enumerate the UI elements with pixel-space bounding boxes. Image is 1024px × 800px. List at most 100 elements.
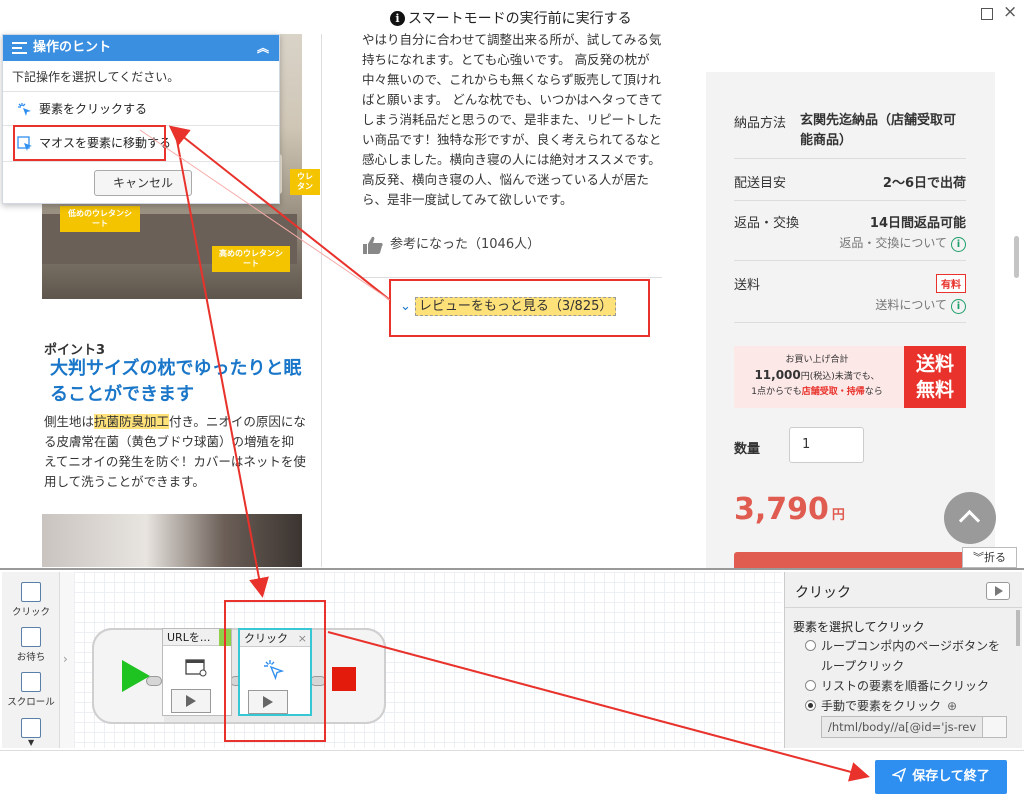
browser-icon — [185, 659, 207, 677]
scroll-top-button[interactable] — [944, 492, 996, 544]
click-element-label: 要素をクリックする — [39, 102, 148, 116]
annotation-box-click-option — [13, 125, 166, 161]
quantity-input[interactable]: 1 — [789, 427, 864, 463]
delivery-method-value: 玄関先迄納品（店舗受取可能商品） — [800, 113, 957, 148]
open-url-node[interactable]: URLを... — [162, 628, 232, 716]
banner-free-line1: 送料 — [915, 353, 954, 375]
thumb-up-icon — [363, 236, 383, 254]
banner-amount: 11,000 — [754, 368, 801, 382]
radio-loop-page-button[interactable]: ループコンポ内のページボタンを — [805, 636, 1000, 656]
free-shipping-banner: お買い上げ合計 11,000円(税込)未満でも、 1点からでも店舗受取・持帰なら… — [734, 346, 966, 408]
price: 3,790 円 — [734, 492, 845, 527]
toolbox: クリック お待ち スクロール ▼ — [2, 572, 60, 748]
radio-circle — [805, 680, 816, 691]
properties-title: クリック — [795, 585, 851, 601]
footer-bar: 保存して終了 — [0, 750, 1024, 800]
toolbox-scroll-label: スクロール — [7, 697, 55, 708]
cancel-button[interactable]: キャンセル — [94, 170, 192, 196]
collapse-icon[interactable]: ︽ — [257, 35, 269, 61]
edit-pencil-icon[interactable] — [982, 717, 1006, 737]
crosshair-icon: ⊕ — [947, 699, 958, 713]
radio-loop-line1: ループコンポ内のページボタンを — [821, 639, 1001, 653]
workflow-canvas[interactable]: URLを... クリック × — [74, 572, 782, 748]
banner-line2-suffix: 円(税込)未満でも、 — [800, 372, 880, 382]
toolbox-click[interactable]: クリック — [2, 582, 60, 618]
toolbox-scroll[interactable]: スクロール — [2, 672, 60, 708]
paper-plane-icon — [892, 768, 907, 782]
stop-icon — [332, 667, 356, 691]
scroll-tool-icon — [21, 672, 41, 692]
point-body: 側生地は抗菌防臭加工付き。ニオイの原因になる皮膚常在菌（黄色ブドウ球菌）の増殖を… — [44, 412, 306, 492]
free-shipping-badge: 送料 無料 — [904, 346, 966, 408]
xpath-field[interactable]: /html/body//a[@id='js-rev — [821, 716, 1007, 738]
node-url-label: URLを... — [167, 631, 211, 644]
radio-manual-click[interactable]: 手動で要素をクリック ⊕ — [805, 696, 957, 716]
point-title: 大判サイズの枕でゆったりと眠ることができます — [50, 358, 302, 405]
page-scrollbar[interactable] — [1014, 236, 1019, 278]
purchase-info-panel: 納品方法 玄関先迄納品（店舗受取可能商品） 配送目安 2〜6日で出荷 返品・交換… — [706, 72, 995, 568]
point-body-highlight: 抗菌防臭加工 — [94, 414, 170, 429]
helpful-label: 参考になった（1046人） — [390, 237, 541, 252]
shipping-info-link[interactable]: 送料について i — [875, 296, 966, 314]
price-value: 3,790 — [734, 492, 829, 527]
window-tool-icon — [21, 718, 41, 738]
info-circle-icon: i — [951, 237, 966, 252]
quantity-label: 数量 — [734, 442, 761, 457]
product-tag: 高めのウレタンシート — [212, 246, 290, 272]
toolbox-wait[interactable]: お待ち — [2, 627, 60, 663]
radio-loop-line2: ループクリック — [821, 659, 905, 673]
save-and-exit-label: 保存して終了 — [912, 769, 990, 784]
returns-info-link[interactable]: 返品・交換について i — [839, 234, 966, 252]
returns-row: 返品・交換 14日間返品可能 返品・交換について i — [734, 212, 966, 252]
close-button[interactable]: × — [1003, 4, 1017, 21]
workflow-designer: クリック お待ち スクロール ▼ › URLを... クリック × クリック 要… — [0, 568, 1024, 748]
top-bar: i スマートモードの実行前に実行する × — [0, 0, 1024, 34]
returns-label: 返品・交換 — [734, 216, 800, 231]
divider — [734, 322, 966, 323]
banner-line1: お買い上げ合計 — [785, 355, 849, 365]
app-window: i スマートモードの実行前に実行する × ウレタン 低めのウレタンシート 高めのウ… — [0, 0, 1024, 800]
operation-hint-popup: 操作のヒント ︽ 下記操作を選択してください。 要素をクリックする マオスを要素… — [2, 34, 280, 204]
run-step-button[interactable] — [986, 582, 1010, 600]
add-to-cart-button[interactable] — [734, 552, 966, 568]
delivery-estimate-value: 2〜6日で出荷 — [882, 176, 966, 191]
fold-button[interactable]: ︾折る — [962, 547, 1017, 568]
connector — [146, 676, 162, 686]
divider — [734, 200, 966, 201]
divider — [734, 260, 966, 261]
info-icon: i — [390, 11, 405, 26]
toolbox-more[interactable] — [2, 718, 60, 740]
caret-down-icon[interactable]: ▼ — [28, 738, 34, 747]
returns-info-label: 返品・交換について — [839, 236, 947, 250]
divider — [362, 277, 662, 278]
annotation-box-more-reviews — [389, 279, 650, 337]
chevron-double-down-icon: ︾ — [973, 551, 984, 564]
delivery-estimate-row: 配送目安 2〜6日で出荷 — [734, 172, 966, 192]
save-and-exit-button[interactable]: 保存して終了 — [875, 760, 1007, 794]
banner-line2: 11,000円(税込)未満でも、 — [742, 368, 892, 385]
point-body-pre: 側生地は — [44, 414, 95, 429]
properties-scrollbar[interactable] — [1016, 610, 1020, 646]
banner-line3-post: なら — [864, 387, 883, 397]
product-tag: ウレタン — [290, 169, 320, 195]
maximize-button[interactable] — [981, 8, 993, 20]
click-element-option[interactable]: 要素をクリックする — [3, 91, 279, 125]
helpful-button[interactable]: 参考になった（1046人） — [362, 233, 540, 255]
properties-header: クリック — [785, 572, 1022, 608]
banner-text: お買い上げ合計 11,000円(税込)未満でも、 1点からでも店舗受取・持帰なら — [742, 353, 892, 400]
toolbox-collapse-handle[interactable]: › — [60, 572, 74, 748]
shipping-label: 送料 — [734, 278, 761, 293]
divider — [734, 158, 966, 159]
shipping-row: 送料 有料 送料について i — [734, 274, 966, 314]
price-unit: 円 — [831, 508, 845, 523]
lifestyle-photo — [42, 514, 302, 567]
hint-title: 操作のヒント — [33, 40, 112, 55]
returns-value: 14日間返品可能 — [869, 216, 966, 231]
info-circle-icon: i — [951, 299, 966, 314]
banner-line3: 1点からでも店舗受取・持帰なら — [742, 385, 892, 400]
radio-list-sequential[interactable]: リストの要素を順番にクリック — [805, 676, 989, 696]
node-run-button[interactable] — [171, 689, 211, 713]
hourglass-icon — [21, 627, 41, 647]
window-title-text: スマートモードの実行前に実行する — [408, 11, 632, 27]
radio-list-label: リストの要素を順番にクリック — [821, 679, 990, 693]
